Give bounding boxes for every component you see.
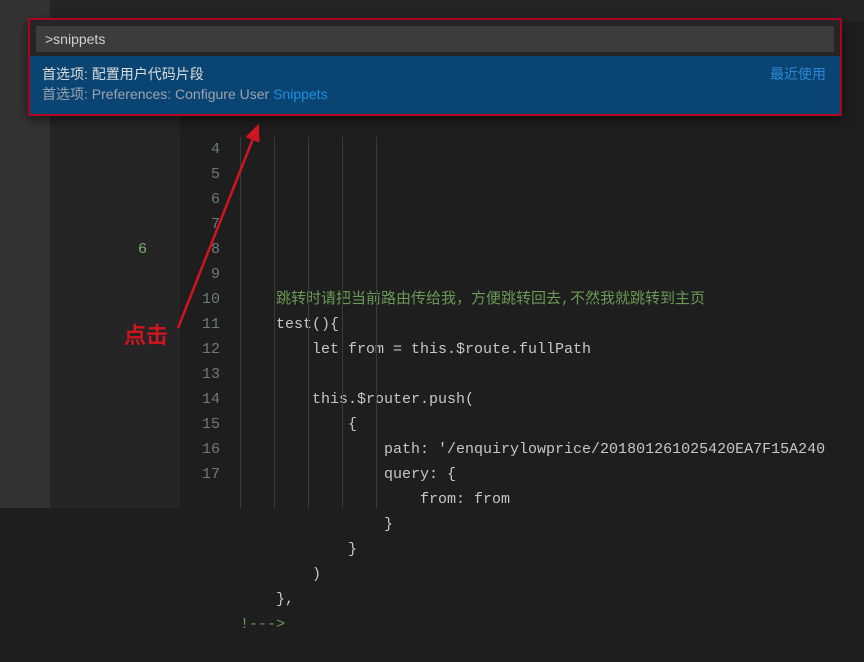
line-number: 4 <box>180 137 220 162</box>
line-number: 15 <box>180 412 220 437</box>
line-number: 14 <box>180 387 220 412</box>
code-line: } <box>240 541 357 558</box>
code-line: test(){ <box>240 316 339 333</box>
line-number: 8 <box>180 237 220 262</box>
palette-item-subtitle: 首选项: Preferences: Configure User Snippet… <box>42 84 828 104</box>
line-number: 7 <box>180 212 220 237</box>
palette-item-title: 首选项: 配置用户代码片段 <box>42 64 828 84</box>
code-line: query: { <box>240 466 456 483</box>
palette-item-badge: 最近使用 <box>770 64 826 84</box>
code-line: path: '/enquirylowprice/201801261025420E… <box>240 441 825 458</box>
command-palette-item[interactable]: 首选项: 配置用户代码片段 首选项: Preferences: Configur… <box>30 56 840 114</box>
line-number: 11 <box>180 312 220 337</box>
code-line: { <box>240 416 357 433</box>
line-number: 17 <box>180 462 220 487</box>
code-line: }, <box>240 591 294 608</box>
code-line: let from = this.$route.fullPath <box>240 341 591 358</box>
annotation-label: 点击 <box>124 318 168 350</box>
git-annotation: 6 <box>138 237 147 262</box>
code-line: !---> <box>240 616 285 633</box>
line-number: 13 <box>180 362 220 387</box>
line-number: 16 <box>180 437 220 462</box>
code-line: this.$router.push( <box>240 391 474 408</box>
command-palette-input[interactable] <box>36 26 834 52</box>
line-number: 12 <box>180 337 220 362</box>
line-number: 9 <box>180 262 220 287</box>
line-number: 5 <box>180 162 220 187</box>
line-number: 10 <box>180 287 220 312</box>
code-line: } <box>240 516 393 533</box>
code-line <box>240 366 312 383</box>
code-line: ) <box>240 566 321 583</box>
command-palette: 首选项: 配置用户代码片段 首选项: Preferences: Configur… <box>28 18 842 116</box>
code-line: 跳转时请把当前路由传给我，方便跳转回去,不然我就跳转到主页 <box>240 291 705 308</box>
line-number: 6 <box>180 187 220 212</box>
